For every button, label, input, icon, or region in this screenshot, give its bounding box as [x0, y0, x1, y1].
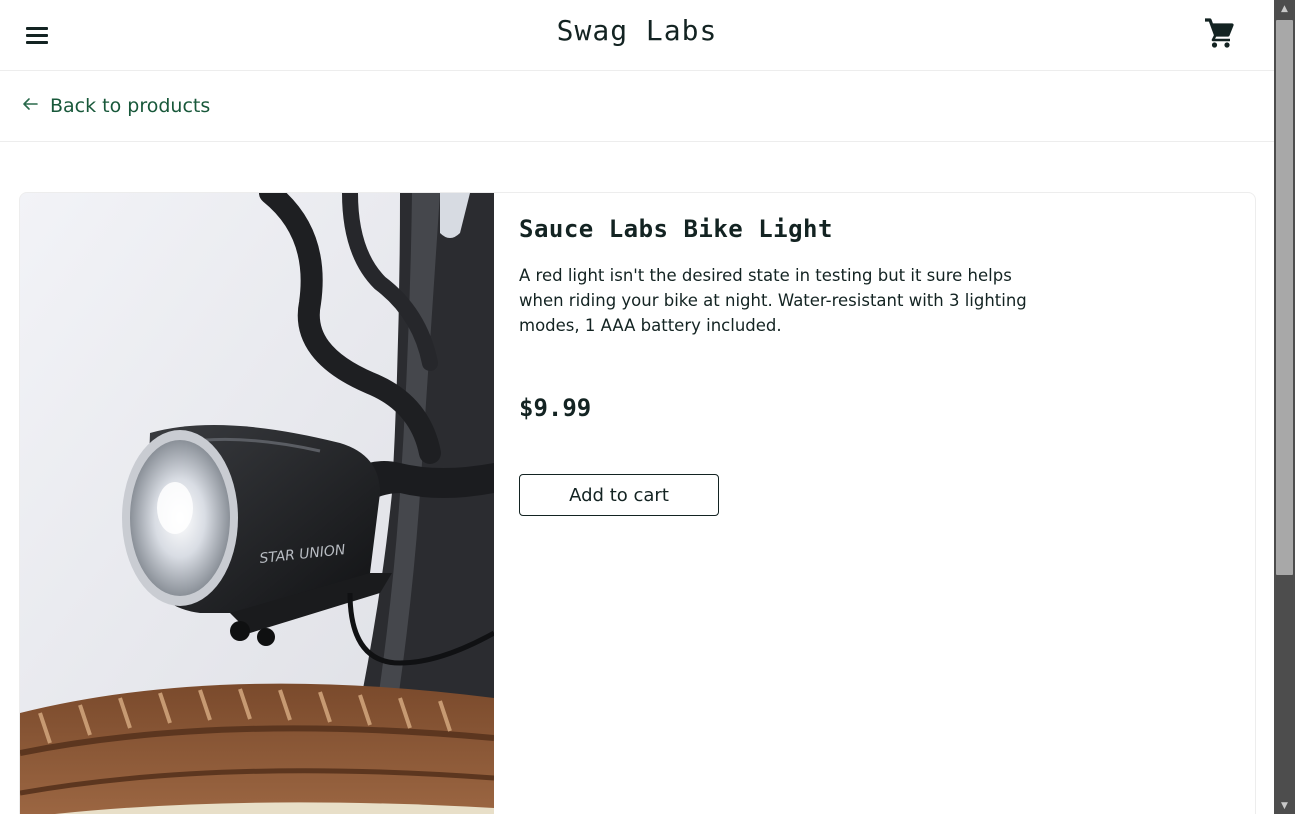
page: Swag Labs Back to products STAR UNION Sa…	[0, 0, 1274, 814]
secondary-header: Back to products	[0, 71, 1274, 142]
scroll-down-arrow-icon[interactable]: ▼	[1274, 797, 1295, 814]
primary-header: Swag Labs	[0, 0, 1274, 71]
shopping-cart-icon[interactable]	[1200, 16, 1238, 52]
product-details-card: STAR UNION Sauce Labs Bike Light A red l…	[19, 192, 1256, 814]
product-description: A red light isn't the desired state in t…	[519, 266, 1027, 335]
product-details: Sauce Labs Bike Light A red light isn't …	[519, 215, 1059, 516]
back-to-products-label: Back to products	[50, 95, 211, 117]
back-to-products-button[interactable]: Back to products	[22, 93, 210, 119]
product-image: STAR UNION	[20, 193, 496, 814]
product-name: Sauce Labs Bike Light	[519, 215, 833, 243]
arrow-left-icon	[22, 97, 40, 115]
vertical-scrollbar[interactable]: ▲ ▼	[1274, 0, 1295, 814]
app-logo: Swag Labs	[556, 14, 718, 47]
product-price: $9.99	[519, 394, 592, 422]
add-to-cart-button[interactable]: Add to cart	[519, 474, 719, 516]
scroll-up-arrow-icon[interactable]: ▲	[1274, 0, 1295, 17]
scrollbar-thumb[interactable]	[1276, 20, 1293, 575]
